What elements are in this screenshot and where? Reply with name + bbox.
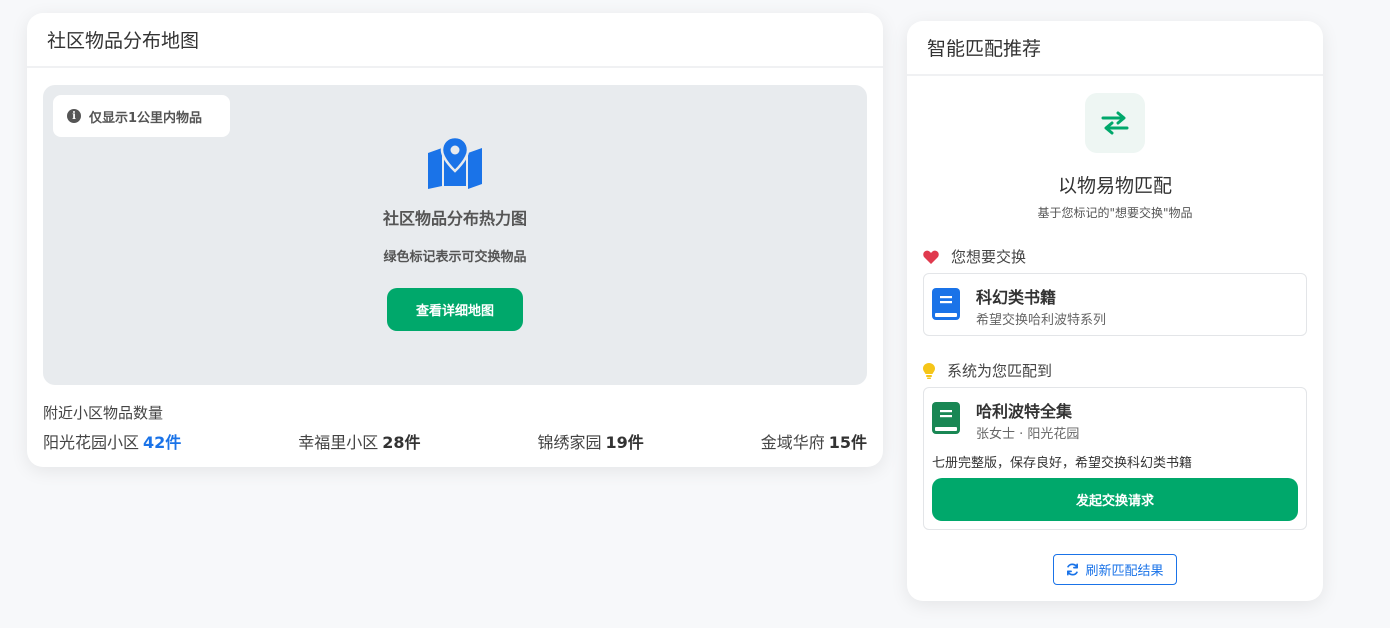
send-exchange-request-button[interactable]: 发起交换请求: [932, 478, 1298, 521]
swap-icon-tile: [1085, 93, 1145, 153]
stat-item: 幸福里小区 28件: [298, 433, 421, 452]
swap-icon: [1101, 111, 1129, 135]
heatmap-subtitle: 绿色标记表示可交换物品: [383, 250, 527, 265]
stat-count: 42件: [143, 433, 182, 452]
refresh-icon: [1067, 563, 1079, 576]
refresh-match-button[interactable]: 刷新匹配结果: [1053, 554, 1177, 585]
stat-count: 19件: [605, 433, 644, 452]
distance-notice-text: 仅显示1公里内物品: [89, 110, 203, 126]
matched-item-card[interactable]: 哈利波特全集 张女士 · 阳光花园 七册完整版，保存良好，希望交换科幻类书籍 发…: [923, 387, 1307, 530]
want-item-desc: 希望交换哈利波特系列: [976, 313, 1107, 328]
matched-item-note: 七册完整版，保存良好，希望交换科幻类书籍: [932, 456, 1193, 471]
nearby-stats-title: 附近小区物品数量: [43, 404, 164, 422]
book-icon: [932, 402, 960, 434]
refresh-match-label: 刷新匹配结果: [1085, 564, 1164, 579]
matched-item-name: 哈利波特全集: [976, 402, 1073, 421]
match-card: 智能匹配推荐 以物易物匹配 基于您标记的"想要交换"物品 您想要交换 科幻类书籍…: [907, 21, 1323, 601]
map-card: 社区物品分布地图 i 仅显示1公里内物品 社区物品分布热力图 绿色标记表示可交换…: [27, 13, 883, 467]
map-card-title: 社区物品分布地图: [27, 13, 883, 68]
want-item-card[interactable]: 科幻类书籍 希望交换哈利波特系列: [923, 273, 1307, 336]
lightbulb-icon: [923, 362, 935, 379]
stat-item: 锦绣家园 19件: [537, 433, 644, 452]
stat-count: 15件: [828, 433, 867, 452]
match-subheading: 基于您标记的"想要交换"物品: [1037, 206, 1193, 220]
match-card-title: 智能匹配推荐: [907, 21, 1323, 76]
heart-icon: [923, 250, 939, 264]
stat-count: 28件: [382, 433, 421, 452]
matched-item-owner: 张女士 · 阳光花园: [976, 427, 1080, 442]
stat-item: 金域华府 15件: [760, 433, 867, 452]
book-icon: [932, 288, 960, 320]
match-heading: 以物易物匹配: [1057, 175, 1172, 197]
want-item-name: 科幻类书籍: [976, 288, 1057, 307]
distance-notice: i 仅显示1公里内物品: [53, 95, 230, 137]
nearby-stats-row: 阳光花园小区 42件 幸福里小区 28件 锦绣家园 19件 金域华府 15件: [43, 429, 867, 453]
matched-section-label: 系统为您匹配到: [923, 360, 1052, 381]
info-icon: i: [67, 109, 81, 123]
heatmap-area[interactable]: i 仅显示1公里内物品 社区物品分布热力图 绿色标记表示可交换物品 查看详细地图: [43, 85, 867, 385]
view-detail-map-button[interactable]: 查看详细地图: [387, 288, 523, 331]
heatmap-title: 社区物品分布热力图: [382, 209, 527, 228]
stat-item: 阳光花园小区 42件: [43, 433, 182, 452]
want-section-label: 您想要交换: [923, 246, 1026, 267]
map-pin-icon: [428, 137, 482, 189]
